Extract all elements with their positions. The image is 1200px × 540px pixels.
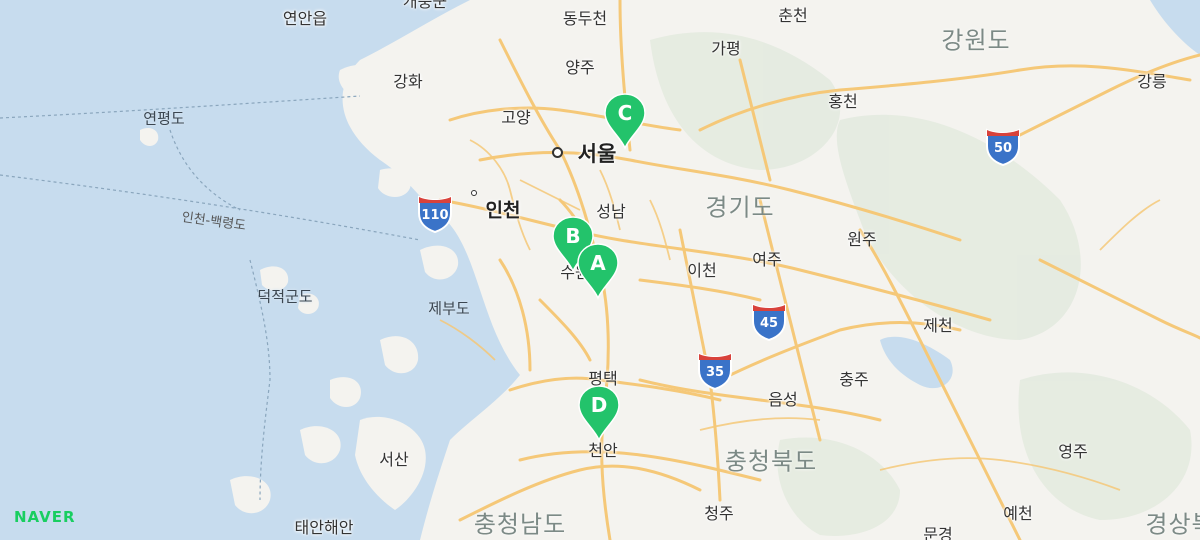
region-label-gyeonggi: 경기도 bbox=[705, 193, 775, 222]
marker-label: D bbox=[590, 393, 608, 417]
highway-number: 110 bbox=[421, 208, 449, 223]
city-label-yeongju: 영주 bbox=[1058, 442, 1088, 461]
city-label-chuncheon: 춘천 bbox=[778, 6, 808, 25]
city-label-taean: 태안해안 bbox=[294, 518, 354, 537]
city-label-hongcheon: 홍천 bbox=[828, 92, 858, 111]
region-label-chungnam: 충청남도 bbox=[473, 510, 567, 539]
city-label-jecheon: 제천 bbox=[923, 316, 953, 335]
city-label-icheon: 이천 bbox=[687, 261, 717, 280]
highway-shield-icon: 45 bbox=[750, 299, 788, 342]
city-dot-icon bbox=[471, 190, 477, 196]
map-canvas[interactable]: 연안읍 개풍군 동두천 춘천 가평 양주 강화 고양 홍천 강릉 서울 인천 성… bbox=[0, 0, 1200, 540]
marker-label: A bbox=[590, 251, 606, 275]
city-label-mungyeong: 문경 bbox=[923, 525, 953, 540]
highway-number: 50 bbox=[993, 141, 1013, 156]
city-label-cheongju: 청주 bbox=[704, 504, 734, 523]
city-label-ganghwa: 강화 bbox=[393, 72, 423, 91]
region-label-chungbuk: 충청북도 bbox=[724, 447, 818, 476]
map-marker-a[interactable]: A bbox=[575, 242, 621, 300]
city-label-wonju: 원주 bbox=[847, 230, 877, 249]
highway-number: 45 bbox=[759, 316, 779, 331]
city-label-seosan: 서산 bbox=[379, 450, 409, 469]
city-label-yecheon: 예천 bbox=[1003, 504, 1033, 523]
city-label-chungju: 충주 bbox=[839, 370, 869, 389]
highway-number: 35 bbox=[705, 365, 725, 380]
city-label-dongducheon: 동두천 bbox=[562, 9, 608, 28]
highway-shield-icon: 110 bbox=[416, 191, 454, 234]
city-label-gaepung: 개풍군 bbox=[402, 0, 448, 11]
highway-shield-icon: 50 bbox=[984, 124, 1022, 167]
city-label-yeonan: 연안읍 bbox=[282, 9, 328, 28]
highway-shield-icon: 35 bbox=[696, 348, 734, 391]
capital-dot-icon bbox=[552, 147, 563, 158]
naver-logo: NAVER bbox=[14, 508, 76, 526]
island-label-jebu: 제부도 bbox=[428, 299, 470, 318]
map-marker-d[interactable]: D bbox=[576, 384, 622, 442]
city-label-goyang: 고양 bbox=[501, 108, 531, 127]
marker-label: C bbox=[617, 101, 633, 125]
city-label-gangneung: 강릉 bbox=[1137, 72, 1167, 91]
city-label-yeoju: 여주 bbox=[752, 250, 782, 269]
city-label-gapyeong: 가평 bbox=[711, 39, 741, 58]
map-marker-c[interactable]: C bbox=[602, 92, 648, 150]
city-label-seongnam: 성남 bbox=[596, 202, 626, 221]
region-label-gyeongbuk: 경상북 bbox=[1145, 510, 1200, 539]
region-label-gangwon: 강원도 bbox=[941, 26, 1011, 55]
city-label-incheon: 인천 bbox=[485, 199, 521, 222]
city-label-yangju: 양주 bbox=[565, 58, 595, 77]
island-label-deokjeok: 덕적군도 bbox=[257, 287, 313, 306]
island-label-yeonpyeong: 연평도 bbox=[143, 109, 185, 128]
city-label-eumseong: 음성 bbox=[768, 390, 798, 409]
